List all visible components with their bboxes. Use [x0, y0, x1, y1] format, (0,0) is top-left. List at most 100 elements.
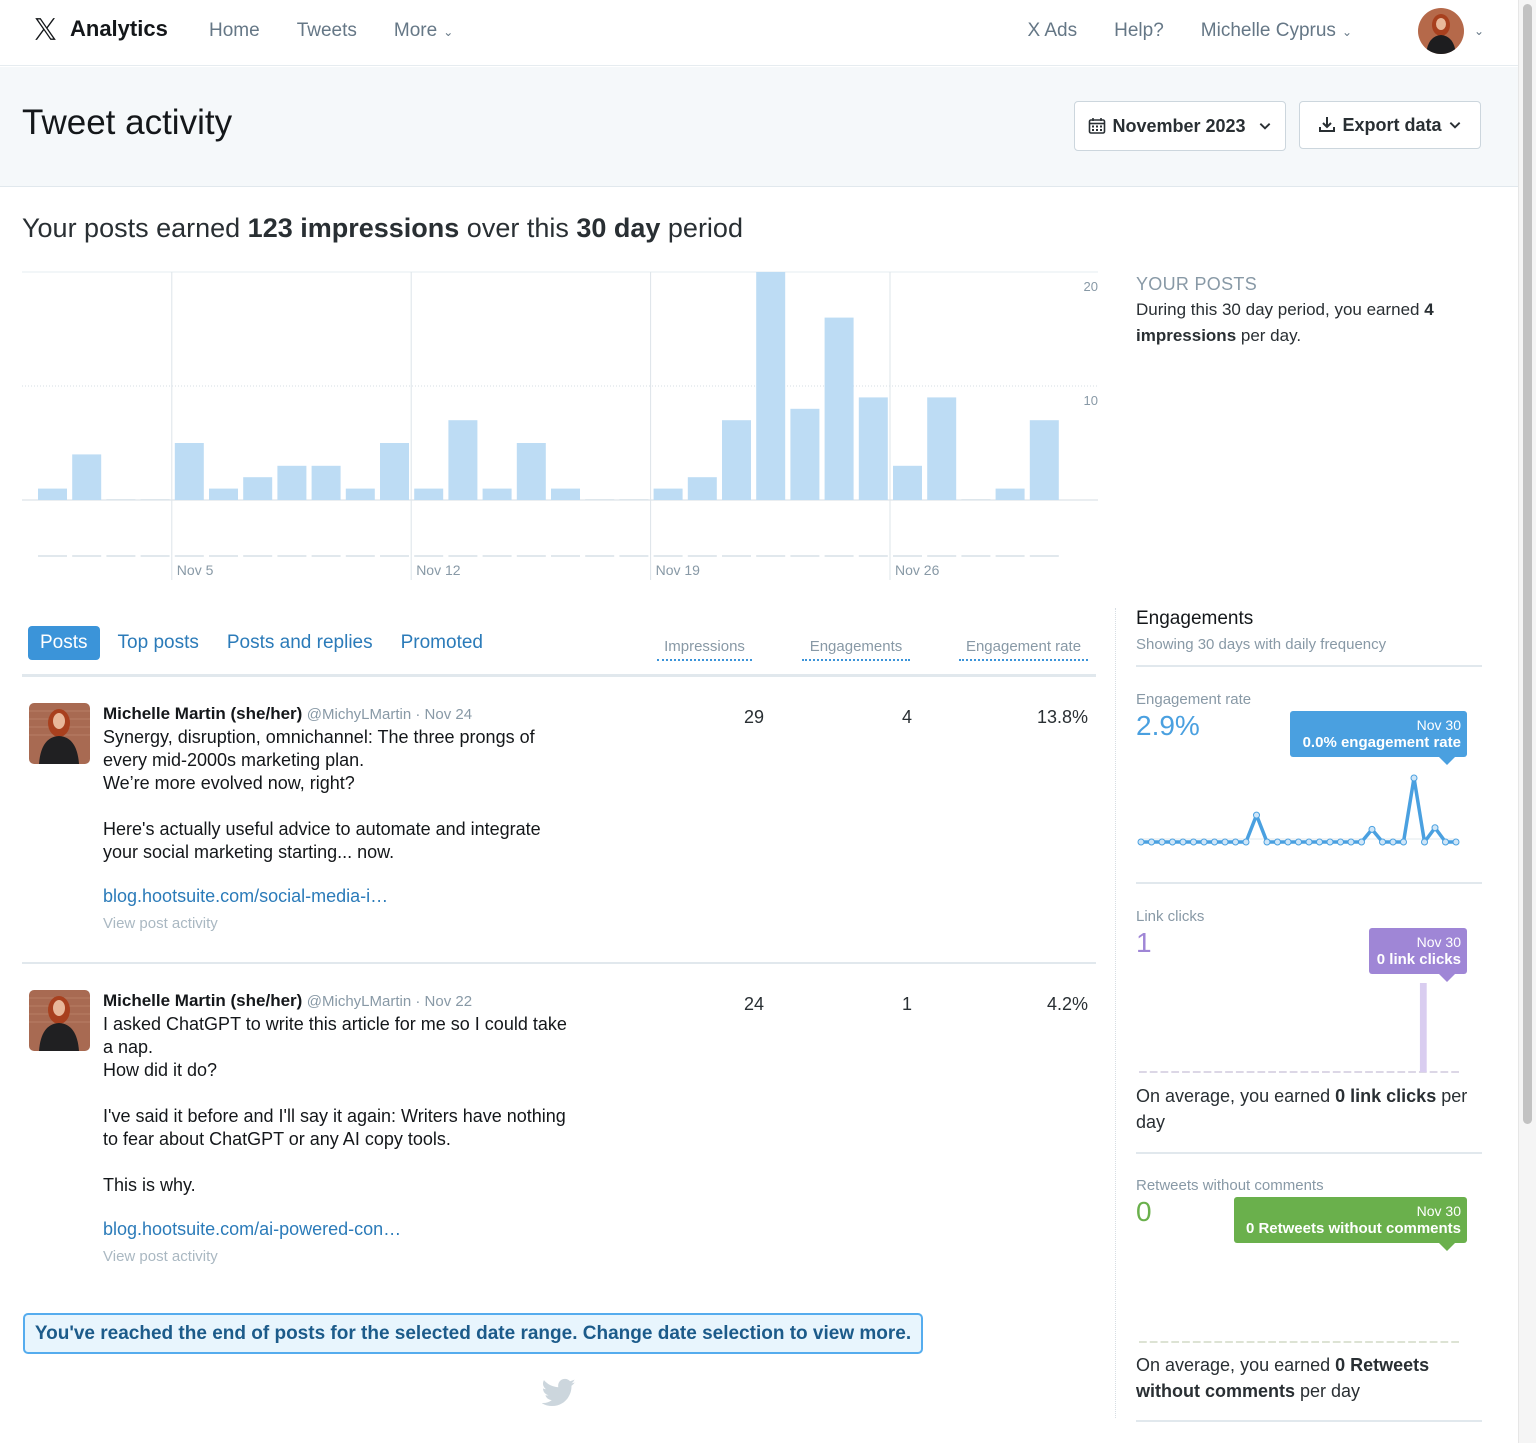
tooltip-date: Nov 30: [1416, 934, 1461, 950]
tab-top-posts[interactable]: Top posts: [106, 626, 211, 660]
post-link[interactable]: blog.hootsuite.com/social-media-i…: [103, 886, 613, 907]
yp-value: 4: [1424, 300, 1434, 319]
impressions-chart: 10 20 Nov 5 Nov 12 Nov 19 Nov 26: [22, 270, 1100, 590]
impressions-bar: [277, 465, 307, 500]
impressions-bar: [209, 488, 238, 500]
engagement-rate-point: [1400, 838, 1407, 846]
post-author[interactable]: Michelle Martin (she/her): [103, 991, 302, 1010]
twitter-bird-icon: [542, 1378, 576, 1407]
post-header: Michelle Martin (she/her) @MichyLMartin …: [103, 990, 613, 1013]
engagements-divider: [1136, 665, 1482, 667]
profile-photo-icon: [1418, 8, 1464, 54]
avg-prefix: On average, you earned: [1136, 1355, 1336, 1375]
impressions-bar: [345, 488, 375, 500]
avatar[interactable]: [1418, 8, 1464, 54]
nav-help[interactable]: Help?: [1114, 20, 1164, 42]
nav-more[interactable]: More ⌄: [394, 20, 453, 42]
view-post-activity-link[interactable]: View post activity: [103, 1248, 613, 1265]
impressions-bar: [380, 443, 409, 500]
engagement-rate-point: [1253, 811, 1260, 819]
chevron-down-icon: ⌄: [1341, 25, 1352, 39]
impressions-bar: [995, 488, 1025, 500]
impressions-bar: [243, 477, 273, 500]
post-handle: @MichyLMartin · Nov 22: [306, 993, 473, 1010]
post-header: Michelle Martin (she/her) @MichyLMartin …: [103, 703, 613, 726]
month-selector-button[interactable]: November 2023: [1074, 101, 1286, 151]
tooltip-value: 0 Retweets without comments: [1245, 1220, 1461, 1237]
yp-suffix: per day.: [1236, 326, 1302, 345]
tabs-divider: [22, 674, 1096, 677]
post-impressions: 24: [743, 994, 764, 1014]
view-post-activity-link[interactable]: View post activity: [103, 915, 613, 932]
impressions-bar: [893, 465, 922, 500]
retweets-average: On average, you earned 0 Retweets withou…: [1136, 1352, 1476, 1404]
engagement-rate-point: [1316, 838, 1323, 846]
tab-promoted[interactable]: Promoted: [389, 626, 495, 660]
impressions-bar: [448, 420, 478, 500]
engagements-title: Engagements: [1136, 608, 1254, 629]
nav-home[interactable]: Home: [209, 20, 260, 42]
impressions-bar: [756, 272, 786, 500]
calendar-icon: [1089, 118, 1106, 134]
impressions-bar: [585, 499, 615, 500]
download-icon: [1319, 117, 1336, 132]
engagement-rate-point: [1200, 838, 1208, 846]
section-divider: [1136, 882, 1482, 884]
post-divider: [22, 962, 1096, 964]
brand-name: Analytics: [70, 16, 168, 41]
engagement-rate-point: [1158, 838, 1166, 846]
x-tick-label: Nov 12: [416, 562, 461, 578]
post-author[interactable]: Michelle Martin (she/her): [103, 704, 302, 723]
impressions-bar: [38, 488, 67, 500]
page-scrollbar[interactable]: [1518, 0, 1536, 1443]
page-title: Tweet activity: [22, 103, 233, 142]
column-engagement-rate[interactable]: Engagement rate: [959, 638, 1088, 661]
y-tick-label: 20: [1084, 279, 1098, 294]
export-data-button[interactable]: Export data: [1299, 101, 1481, 149]
impressions-bar: [961, 499, 991, 500]
engagement-rate-point: [1263, 838, 1271, 846]
chevron-down-icon: ⌄: [443, 25, 454, 39]
column-impressions[interactable]: Impressions: [657, 638, 752, 661]
your-posts-title: YOUR POSTS: [1136, 274, 1258, 294]
impressions-bar: [174, 443, 204, 500]
engagement-rate-point: [1431, 824, 1439, 832]
tooltip-date: Nov 30: [1416, 1203, 1461, 1219]
engagement-rate-point: [1242, 838, 1250, 846]
chevron-down-icon[interactable]: ⌄: [1474, 24, 1484, 38]
brand[interactable]: Analytics: [32, 16, 168, 42]
engagements-subtitle: Showing 30 days with daily frequency: [1136, 636, 1387, 653]
column-engagements[interactable]: Engagements: [802, 638, 910, 661]
post-engagements: 4: [901, 707, 912, 727]
post-tabs: Posts Top posts Posts and replies Promot…: [28, 626, 499, 660]
scrollbar-thumb[interactable]: [1523, 4, 1532, 1124]
nav-more-label: More: [393, 20, 438, 41]
avg-bold: 0 link clicks: [1335, 1086, 1437, 1106]
retweets-tooltip: Nov 30 0 Retweets without comments: [1234, 1197, 1467, 1251]
link-clicks-label: Link clicks: [1136, 908, 1205, 925]
engagement-rate-chart: [1137, 774, 1460, 846]
engagement-rate-point: [1274, 838, 1281, 846]
account-menu[interactable]: Michelle Cyprus ⌄: [1201, 20, 1352, 42]
tab-posts-and-replies[interactable]: Posts and replies: [215, 626, 385, 660]
impressions-bar: [414, 488, 444, 500]
x-tick-label: Nov 5: [177, 562, 214, 578]
post-engagements: 1: [901, 994, 912, 1014]
y-tick-label: 10: [1084, 393, 1098, 408]
post-link[interactable]: blog.hootsuite.com/ai-powered-con…: [103, 1219, 613, 1240]
impressions-bar: [687, 477, 717, 500]
x-tick-label: Nov 19: [656, 562, 701, 578]
tab-posts[interactable]: Posts: [28, 626, 100, 660]
engagement-rate-point: [1284, 838, 1292, 846]
engagements-panel: Engagements Showing 30 days with daily f…: [1136, 608, 1482, 653]
post-avatar[interactable]: [29, 703, 90, 764]
nav-x-ads[interactable]: X Ads: [1027, 20, 1077, 42]
month-label: November 2023: [1112, 115, 1246, 136]
nav-tweets[interactable]: Tweets: [297, 20, 357, 42]
impressions-bar: [106, 499, 136, 500]
post-text: I asked ChatGPT to write this article fo…: [103, 1014, 567, 1195]
post-avatar[interactable]: [29, 990, 90, 1051]
summary-period: 30 day: [576, 213, 661, 243]
impressions-bar: [311, 465, 341, 500]
section-divider: [1136, 1152, 1482, 1154]
